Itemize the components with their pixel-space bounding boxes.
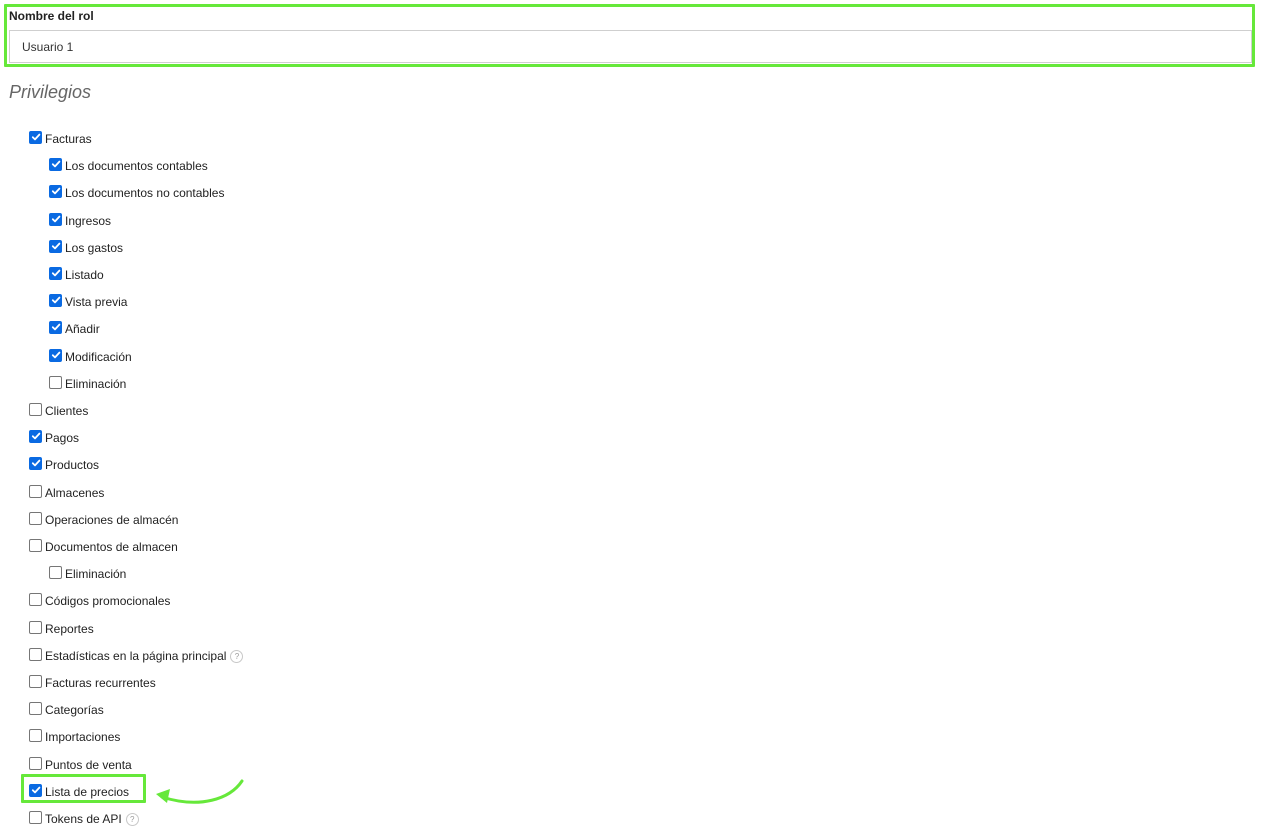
privilege-checkbox[interactable] bbox=[49, 239, 62, 253]
privilege-row: Listado bbox=[49, 266, 104, 283]
privilege-row: Estadísticas en la página principal? bbox=[29, 647, 244, 664]
privilege-row: Eliminación bbox=[49, 565, 126, 582]
privilege-label[interactable]: Listado bbox=[65, 268, 104, 282]
privilege-row: Pagos bbox=[29, 429, 79, 446]
privilege-checkbox[interactable] bbox=[29, 756, 42, 770]
privilege-checkbox[interactable] bbox=[29, 402, 42, 416]
privilege-label[interactable]: Importaciones bbox=[45, 730, 120, 744]
privilege-label[interactable]: Estadísticas en la página principal bbox=[45, 649, 226, 663]
privilege-checkbox[interactable] bbox=[29, 810, 42, 824]
privilege-checkbox[interactable] bbox=[49, 212, 62, 226]
checkmark-icon bbox=[51, 242, 60, 250]
privilege-label[interactable]: Códigos promocionales bbox=[45, 594, 170, 608]
help-icon[interactable]: ? bbox=[230, 649, 244, 663]
privilege-checkbox[interactable] bbox=[29, 701, 42, 715]
role-name-input[interactable] bbox=[9, 30, 1252, 63]
privilege-row: Importaciones bbox=[29, 728, 120, 745]
privilege-checkbox[interactable] bbox=[29, 674, 42, 688]
privilege-row: Puntos de venta bbox=[29, 756, 132, 773]
privilege-row: Añadir bbox=[49, 320, 100, 337]
privilege-checkbox[interactable] bbox=[29, 130, 42, 144]
privilege-label[interactable]: Pagos bbox=[45, 431, 79, 445]
help-icon[interactable]: ? bbox=[125, 812, 139, 826]
privilege-label[interactable]: Tokens de API bbox=[45, 812, 122, 826]
privilege-checkbox[interactable] bbox=[29, 429, 42, 443]
privilege-label[interactable]: Facturas recurrentes bbox=[45, 676, 156, 690]
privilege-checkbox[interactable] bbox=[29, 592, 42, 606]
privilege-checkbox[interactable] bbox=[49, 348, 62, 362]
privilege-row: Facturas bbox=[29, 130, 92, 147]
privilege-checkbox[interactable] bbox=[29, 728, 42, 742]
privilege-checkbox[interactable] bbox=[49, 293, 62, 307]
privilege-row: Los documentos no contables bbox=[49, 184, 224, 201]
checkmark-icon bbox=[51, 351, 60, 359]
privilege-label[interactable]: Modificación bbox=[65, 350, 132, 364]
privileges-title: Privilegios bbox=[9, 82, 92, 102]
privilege-checkbox[interactable] bbox=[29, 620, 42, 634]
privilege-row: Facturas recurrentes bbox=[29, 674, 156, 691]
privilege-row: Reportes bbox=[29, 620, 94, 637]
checkmark-icon bbox=[31, 133, 40, 141]
checkmark-icon bbox=[51, 215, 60, 223]
privilege-row: Productos bbox=[29, 456, 99, 473]
privilege-row: Documentos de almacen bbox=[29, 538, 178, 555]
privilege-checkbox[interactable] bbox=[49, 375, 62, 389]
privilege-label[interactable]: Añadir bbox=[65, 322, 100, 336]
privilege-checkbox[interactable] bbox=[29, 511, 42, 525]
privilege-row: Almacenes bbox=[29, 484, 104, 501]
checkmark-icon bbox=[51, 160, 60, 168]
privilege-row: Operaciones de almacén bbox=[29, 511, 178, 528]
privilege-label[interactable]: Productos bbox=[45, 458, 99, 472]
privilege-checkbox[interactable] bbox=[49, 184, 62, 198]
privilege-label[interactable]: Clientes bbox=[45, 404, 88, 418]
annotation-arrow-icon bbox=[156, 779, 244, 804]
privilege-label[interactable]: Los documentos no contables bbox=[65, 186, 224, 200]
privilege-row: Categorías bbox=[29, 701, 104, 718]
privilege-label[interactable]: Documentos de almacen bbox=[45, 540, 178, 554]
checkmark-icon bbox=[51, 323, 60, 331]
privilege-label[interactable]: Almacenes bbox=[45, 486, 104, 500]
checkmark-icon bbox=[31, 459, 40, 467]
privilege-checkbox[interactable] bbox=[49, 157, 62, 171]
lista-de-precios-highlight bbox=[21, 774, 146, 803]
privilege-row: Modificación bbox=[49, 348, 132, 365]
privilege-label[interactable]: Puntos de venta bbox=[45, 758, 132, 772]
privilege-row: Los gastos bbox=[49, 239, 123, 256]
checkmark-icon bbox=[51, 269, 60, 277]
privilege-row: Eliminación bbox=[49, 375, 126, 392]
checkmark-icon bbox=[51, 296, 60, 304]
privilege-row: Códigos promocionales bbox=[29, 592, 170, 609]
privilege-row: Ingresos bbox=[49, 212, 111, 229]
privilege-label[interactable]: Los documentos contables bbox=[65, 159, 208, 173]
privilege-label[interactable]: Vista previa bbox=[65, 295, 127, 309]
privilege-label[interactable]: Reportes bbox=[45, 622, 94, 636]
privilege-label[interactable]: Facturas bbox=[45, 132, 92, 146]
role-name-label: Nombre del rol bbox=[9, 9, 94, 23]
privilege-label[interactable]: Operaciones de almacén bbox=[45, 513, 178, 527]
checkmark-icon bbox=[51, 187, 60, 195]
privilege-label[interactable]: Los gastos bbox=[65, 241, 123, 255]
privilege-checkbox[interactable] bbox=[49, 266, 62, 280]
checkmark-icon bbox=[31, 432, 40, 440]
privilege-row: Tokens de API? bbox=[29, 810, 139, 827]
privilege-checkbox[interactable] bbox=[29, 538, 42, 552]
privilege-label[interactable]: Categorías bbox=[45, 703, 104, 717]
privilege-label[interactable]: Ingresos bbox=[65, 214, 111, 228]
privilege-row: Vista previa bbox=[49, 293, 127, 310]
privilege-checkbox[interactable] bbox=[29, 647, 42, 661]
privilege-checkbox[interactable] bbox=[29, 484, 42, 498]
privilege-checkbox[interactable] bbox=[29, 456, 42, 470]
privilege-label[interactable]: Eliminación bbox=[65, 567, 126, 581]
privilege-label[interactable]: Eliminación bbox=[65, 377, 126, 391]
privilege-checkbox[interactable] bbox=[49, 565, 62, 579]
privilege-row: Clientes bbox=[29, 402, 88, 419]
privilege-row: Los documentos contables bbox=[49, 157, 208, 174]
privilege-checkbox[interactable] bbox=[49, 320, 62, 334]
